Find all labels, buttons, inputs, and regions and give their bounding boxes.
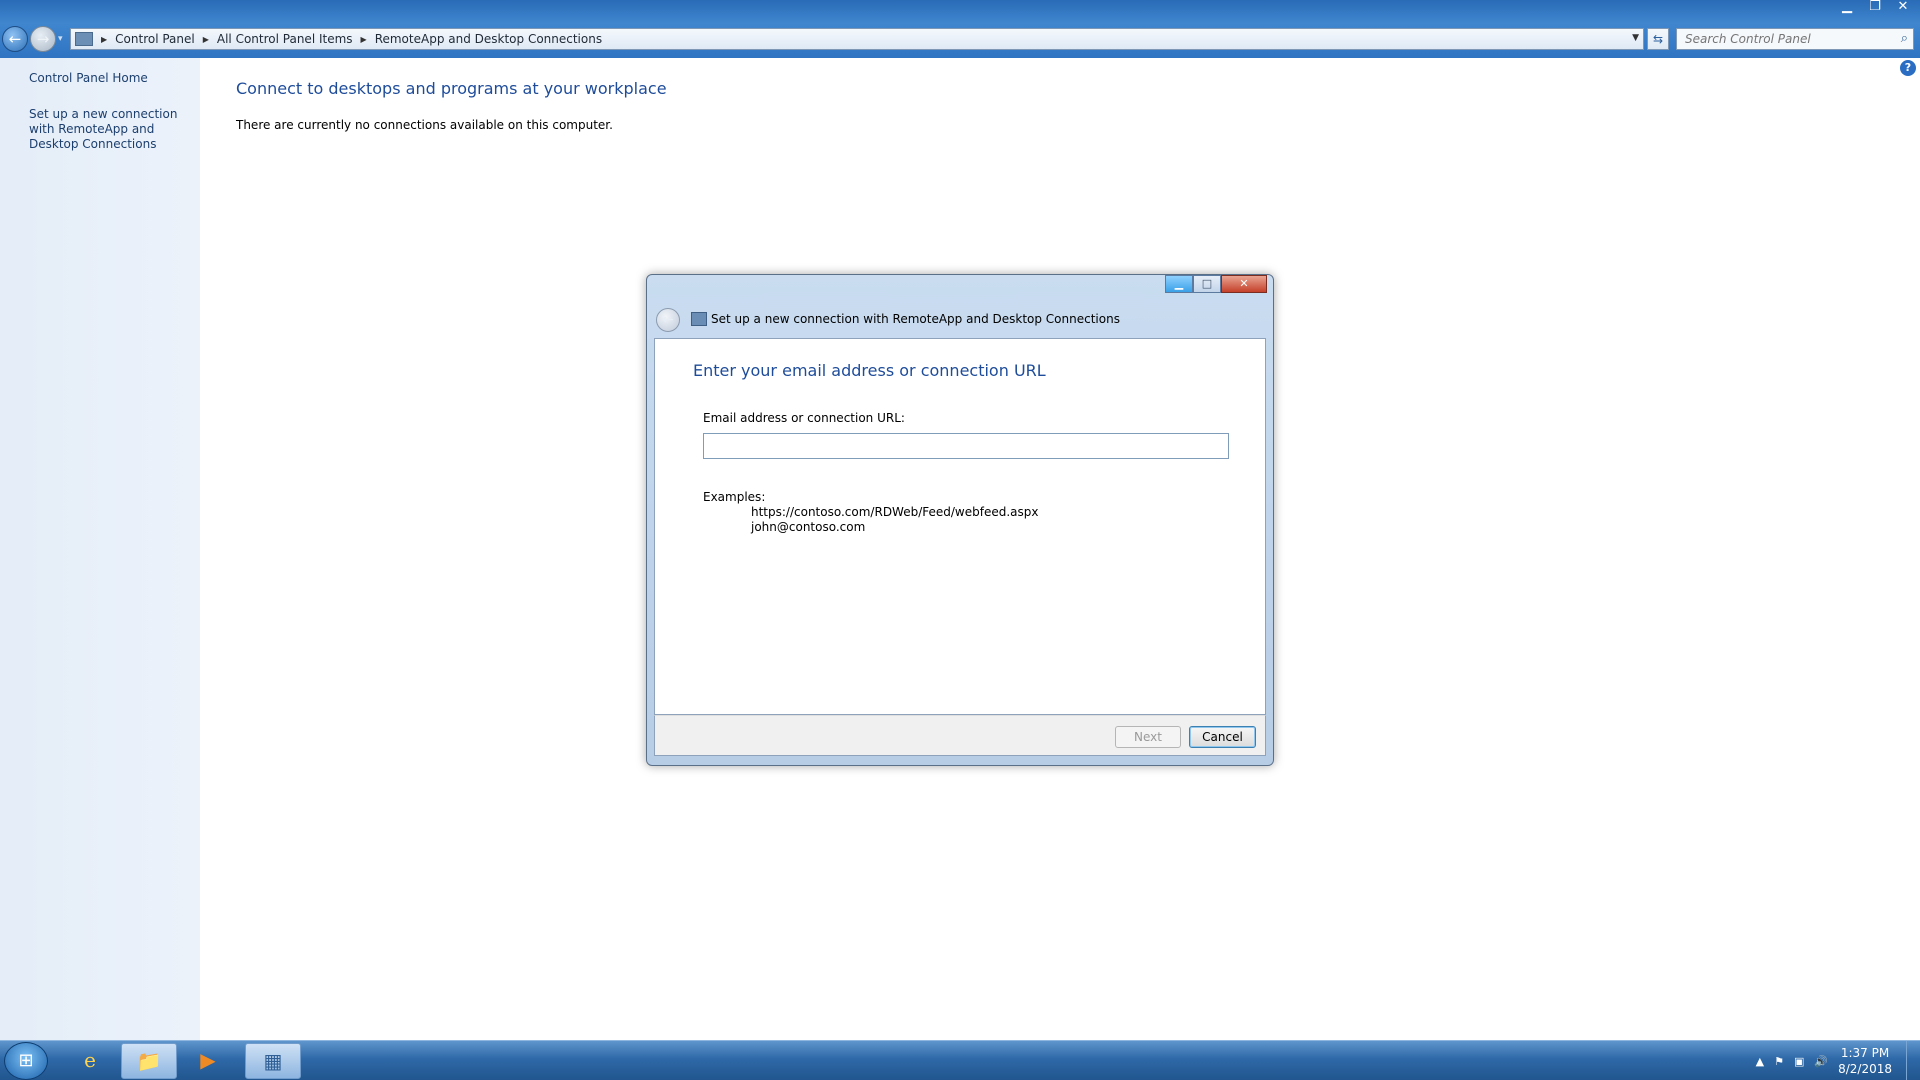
restore-window-button[interactable]: ❐ <box>1864 0 1886 16</box>
media-player-icon[interactable]: ▶ <box>180 1043 236 1079</box>
volume-icon[interactable]: 🔊 <box>1814 1055 1828 1068</box>
search-input[interactable] <box>1677 29 1877 49</box>
action-center-flag-icon[interactable]: ⚑ <box>1774 1055 1784 1068</box>
dialog-title: Set up a new connection with RemoteApp a… <box>711 312 1120 326</box>
breadcrumb-separator-icon[interactable]: ▶ <box>361 35 367 44</box>
breadcrumb-all-control-panel-items[interactable]: All Control Panel Items <box>217 32 353 46</box>
dialog-heading: Enter your email address or connection U… <box>693 361 1046 380</box>
breadcrumb-separator-icon[interactable]: ▶ <box>203 35 209 44</box>
dialog-window-controls: ▁ □ ✕ <box>1165 275 1267 293</box>
dialog-maximize-button: □ <box>1193 275 1221 293</box>
sidebar: Control Panel Home Set up a new connecti… <box>0 58 200 1040</box>
examples-label: Examples: <box>703 490 766 504</box>
explorer-toolbar: ▁ ❐ ✕ ← → ▾ ▶ Control Panel ▶ All Contro… <box>0 0 1920 58</box>
search-icon[interactable]: ⌕ <box>1901 31 1908 46</box>
minimize-window-button[interactable]: ▁ <box>1836 0 1858 16</box>
dialog-back-button: ← <box>656 308 680 332</box>
internet-explorer-icon[interactable]: e <box>62 1043 118 1079</box>
sidebar-item-control-panel-home[interactable]: Control Panel Home <box>29 71 194 86</box>
back-button[interactable]: ← <box>2 26 28 52</box>
next-button: Next <box>1115 726 1181 748</box>
dialog-minimize-button[interactable]: ▁ <box>1165 275 1193 293</box>
status-text: There are currently no connections avail… <box>236 118 613 132</box>
show-hidden-icons-icon[interactable]: ▲ <box>1756 1055 1764 1068</box>
breadcrumb-remoteapp[interactable]: RemoteApp and Desktop Connections <box>375 32 602 46</box>
address-history-dropdown[interactable]: ▼ <box>1632 33 1639 43</box>
search-box: ⌕ <box>1676 28 1914 50</box>
close-window-button[interactable]: ✕ <box>1892 0 1914 16</box>
windows-explorer-icon[interactable]: 📁 <box>121 1043 177 1079</box>
forward-button[interactable]: → <box>30 26 56 52</box>
show-desktop-button[interactable] <box>1906 1041 1920 1080</box>
setup-connection-dialog: ▁ □ ✕ ← Set up a new connection with Rem… <box>646 274 1274 766</box>
connection-url-input[interactable] <box>703 433 1229 459</box>
clock-date: 8/2/2018 <box>1838 1062 1892 1076</box>
dialog-body: Enter your email address or connection U… <box>654 338 1266 715</box>
refresh-button[interactable]: ⇆ <box>1647 28 1669 50</box>
window-controls: ▁ ❐ ✕ <box>1836 0 1914 16</box>
example-email: john@contoso.com <box>751 520 866 534</box>
taskbar: ⊞ e 📁 ▶ ▦ ▲ ⚑ ▣ 🔊 1:37 PM 8/2/2018 <box>0 1040 1920 1080</box>
control-panel-icon[interactable]: ▦ <box>245 1043 301 1079</box>
address-bar[interactable]: ▶ Control Panel ▶ All Control Panel Item… <box>70 28 1644 50</box>
breadcrumb: ▶ Control Panel ▶ All Control Panel Item… <box>93 32 602 46</box>
help-icon[interactable]: ? <box>1900 60 1916 76</box>
clock[interactable]: 1:37 PM 8/2/2018 <box>1838 1045 1892 1077</box>
recent-pages-dropdown[interactable]: ▾ <box>58 34 63 44</box>
example-url: https://contoso.com/RDWeb/Feed/webfeed.a… <box>751 505 1039 519</box>
breadcrumb-separator-icon[interactable]: ▶ <box>101 35 107 44</box>
clock-time: 1:37 PM <box>1840 1046 1890 1060</box>
system-tray: ▲ ⚑ ▣ 🔊 1:37 PM 8/2/2018 <box>1756 1045 1892 1077</box>
sidebar-item-setup-connection[interactable]: Set up a new connection with RemoteApp a… <box>29 107 194 152</box>
network-icon[interactable]: ▣ <box>1794 1055 1804 1068</box>
remoteapp-icon <box>691 312 707 326</box>
cancel-button[interactable]: Cancel <box>1189 726 1256 748</box>
breadcrumb-control-panel[interactable]: Control Panel <box>115 32 195 46</box>
start-button[interactable]: ⊞ <box>4 1042 48 1080</box>
dialog-close-button[interactable]: ✕ <box>1221 275 1267 293</box>
connection-url-label: Email address or connection URL: <box>703 411 905 425</box>
dialog-footer: Next Cancel <box>654 715 1266 756</box>
control-panel-icon <box>75 32 93 46</box>
page-title: Connect to desktops and programs at your… <box>236 79 667 98</box>
